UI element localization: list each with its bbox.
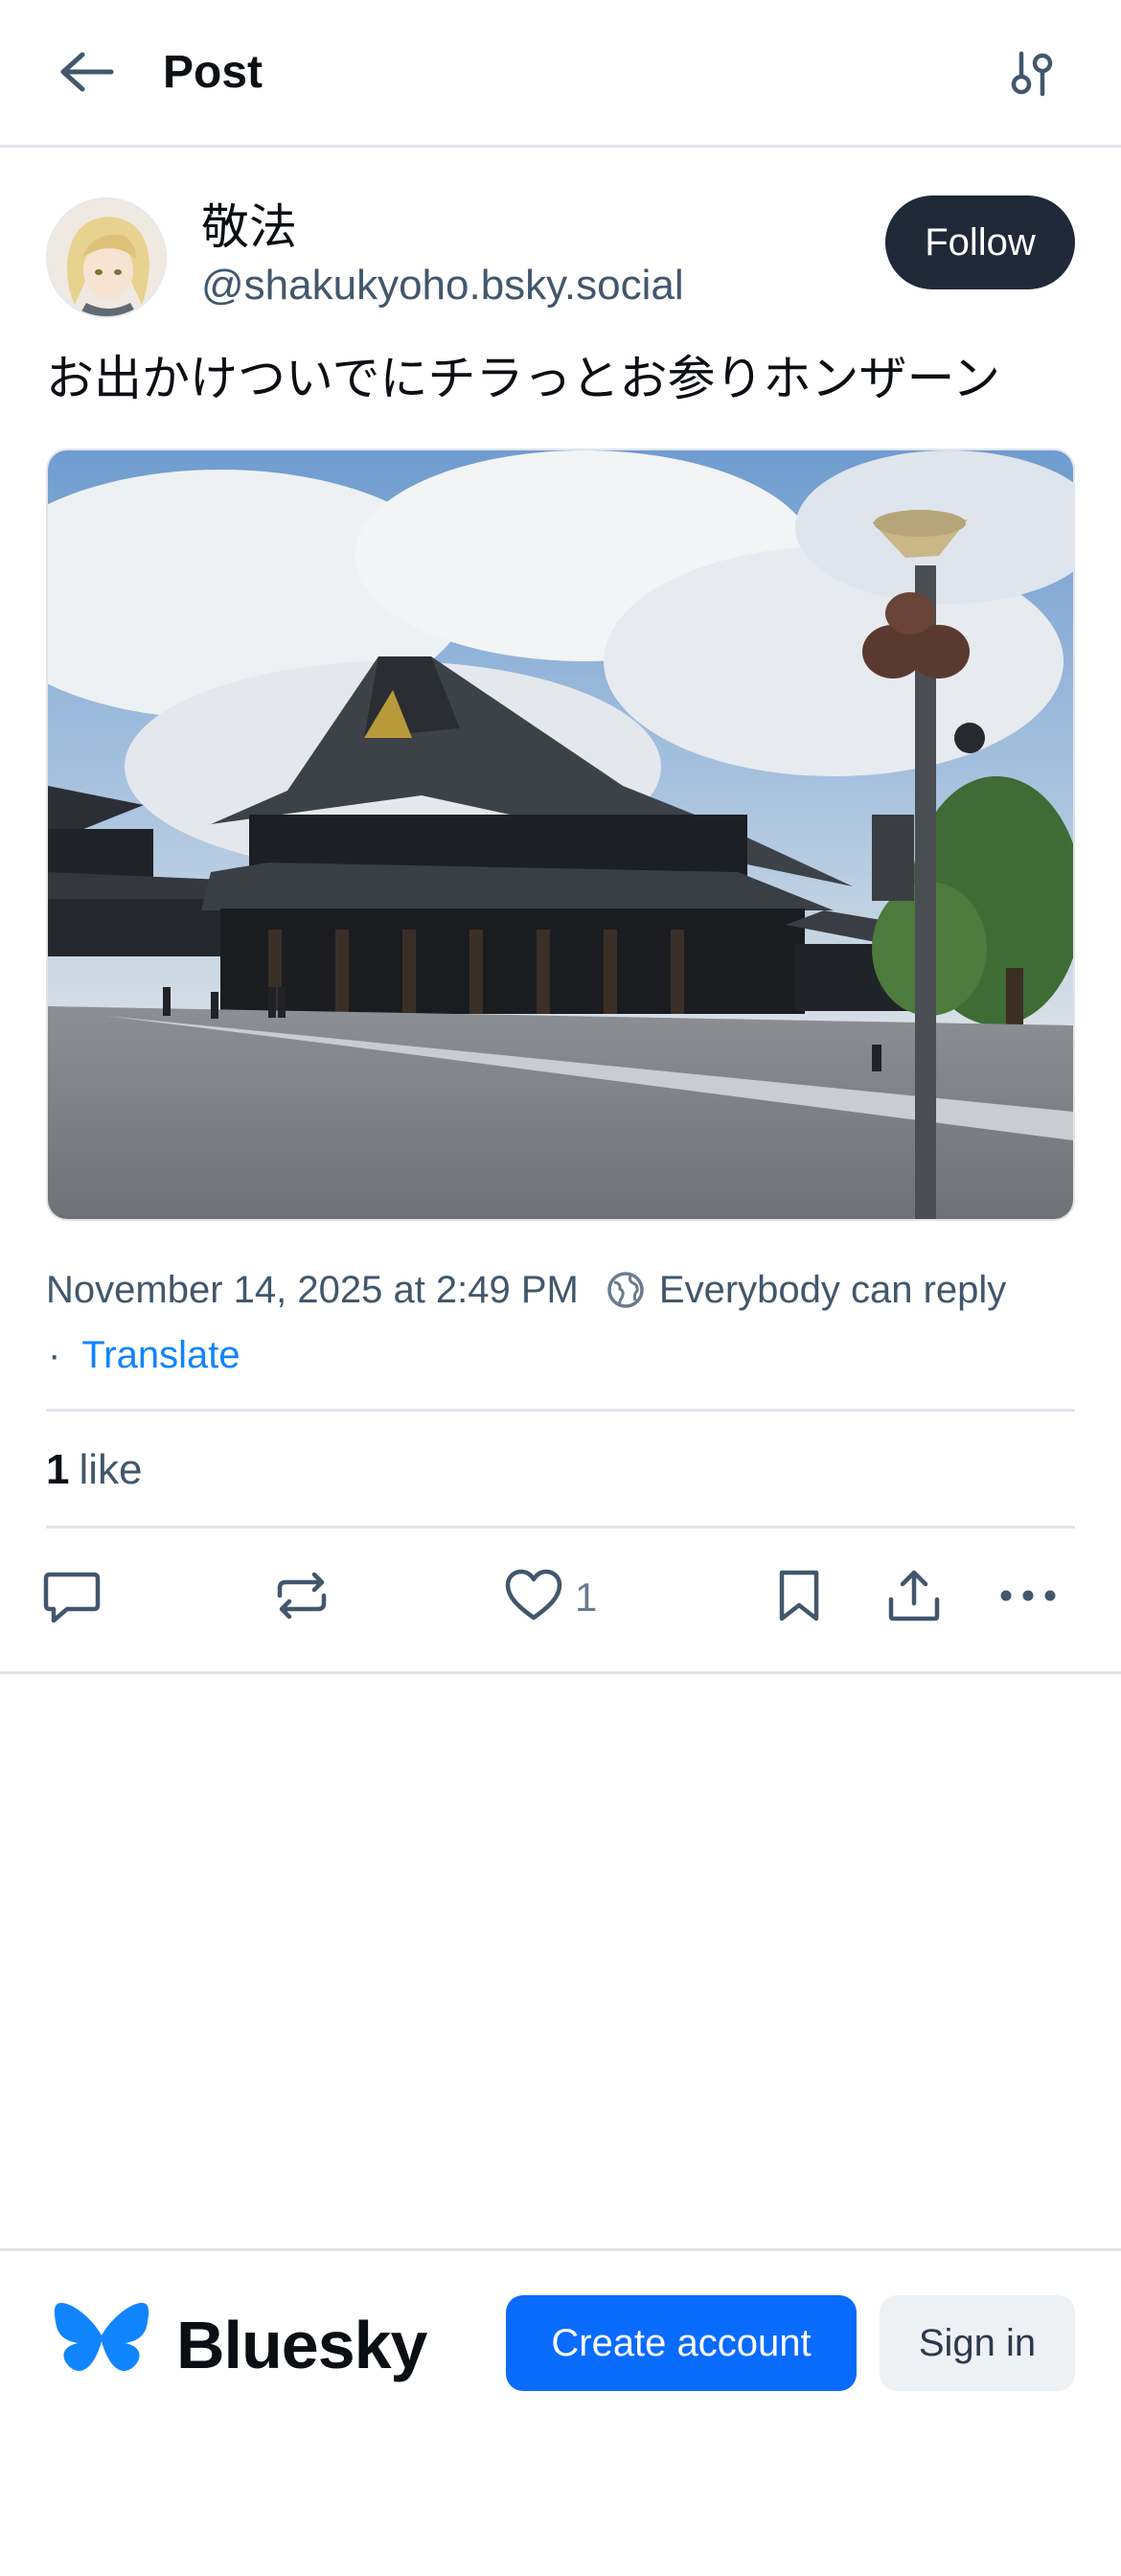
like-count: 1: [575, 1575, 598, 1620]
separator-dot: ·: [48, 1333, 61, 1376]
follow-button[interactable]: Follow: [885, 196, 1075, 289]
repost-icon: [272, 1567, 332, 1629]
sliders-icon: [1010, 50, 1054, 103]
signup-footer: Bluesky Create account Sign in: [0, 2248, 1121, 2576]
avatar-image: [48, 199, 165, 316]
repost-button[interactable]: [272, 1564, 332, 1631]
likes-label: like: [79, 1446, 143, 1493]
page-title: Post: [163, 47, 263, 98]
reply-button[interactable]: [42, 1564, 102, 1631]
bookmark-button[interactable]: [774, 1564, 824, 1631]
back-button[interactable]: [46, 38, 126, 109]
reply-setting-label[interactable]: Everybody can reply: [659, 1269, 1006, 1312]
brand-name: Bluesky: [176, 2308, 427, 2382]
divider: [46, 1409, 1075, 1412]
likes-count: 1: [46, 1446, 70, 1493]
post-header: Post: [0, 0, 1121, 148]
temple-photo: [48, 450, 1073, 1219]
more-options-button[interactable]: [998, 1564, 1058, 1631]
post-text: お出かけついでにチラっとお参りホンザーン: [46, 351, 1000, 406]
translate-link[interactable]: Translate: [81, 1334, 240, 1377]
bookmark-icon: [774, 1567, 824, 1629]
post-timestamp: November 14, 2025 at 2:49 PM: [46, 1268, 579, 1311]
post-image[interactable]: [46, 448, 1075, 1221]
create-account-button[interactable]: Create account: [506, 2295, 857, 2391]
like-button[interactable]: 1: [504, 1564, 597, 1631]
arrow-left-icon: [57, 51, 115, 98]
comment-icon: [42, 1567, 102, 1629]
author-display-name[interactable]: 敬法: [201, 197, 297, 257]
heart-icon: [504, 1568, 563, 1628]
post-meta-secondary: · Translate: [46, 1328, 240, 1382]
thread-settings-button[interactable]: [996, 42, 1067, 109]
avatar[interactable]: [46, 197, 167, 318]
thread-divider: [0, 1671, 1121, 1674]
share-icon: [885, 1567, 943, 1629]
divider: [46, 1526, 1075, 1529]
share-button[interactable]: [885, 1564, 943, 1631]
post-meta: November 14, 2025 at 2:49 PM Everybody c…: [46, 1263, 1006, 1317]
likes-summary[interactable]: 1 like: [46, 1441, 143, 1499]
brand-logo[interactable]: Bluesky: [54, 2301, 427, 2390]
author-handle[interactable]: @shakukyoho.bsky.social: [201, 259, 684, 312]
butterfly-icon: [54, 2301, 149, 2390]
ellipsis-icon: [998, 1586, 1058, 1610]
sign-in-button[interactable]: Sign in: [880, 2295, 1075, 2391]
globe-icon: [606, 1270, 646, 1310]
